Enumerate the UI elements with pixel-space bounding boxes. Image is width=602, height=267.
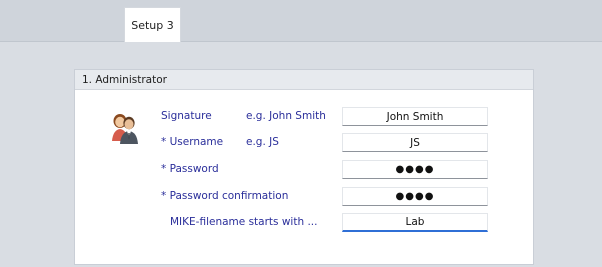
- username-example: e.g. JS: [246, 136, 279, 148]
- password-confirmation-value: ●●●●: [395, 191, 435, 202]
- signature-example: e.g. John Smith: [246, 110, 326, 122]
- username-row: * Username e.g. JS JS: [75, 133, 533, 155]
- password-confirmation-field[interactable]: ●●●●: [342, 187, 488, 206]
- password-value: ●●●●: [395, 164, 435, 175]
- content-area: 1. Administrator Signature e.g. John Smi…: [0, 42, 602, 267]
- mike-filename-row: MIKE-filename starts with ... Lab: [75, 213, 533, 235]
- tab-setup-3[interactable]: Setup 3: [124, 7, 181, 42]
- tab-label: Setup 3: [131, 18, 174, 32]
- mike-filename-value: Lab: [405, 216, 425, 228]
- password-confirmation-row: * Password confirmation ●●●●: [75, 187, 533, 209]
- section-title-text: 1. Administrator: [82, 73, 167, 86]
- password-field[interactable]: ●●●●: [342, 160, 488, 179]
- password-confirmation-label: * Password confirmation: [161, 190, 289, 202]
- password-row: * Password ●●●●: [75, 160, 533, 182]
- username-label: * Username: [161, 136, 224, 148]
- tab-bar: Setup 3: [0, 0, 602, 42]
- username-field[interactable]: JS: [342, 133, 488, 152]
- setup-page: Setup 3 1. Administrator Signature e.g. …: [0, 0, 602, 267]
- mike-filename-field[interactable]: Lab: [342, 213, 488, 232]
- signature-field[interactable]: John Smith: [342, 107, 488, 126]
- username-value: JS: [410, 136, 420, 149]
- password-label: * Password: [161, 163, 219, 175]
- mike-filename-label: MIKE-filename starts with ...: [170, 216, 318, 228]
- administrator-panel: 1. Administrator Signature e.g. John Smi…: [74, 69, 534, 265]
- section-title: 1. Administrator: [75, 70, 533, 90]
- signature-value: John Smith: [386, 110, 444, 123]
- signature-row: Signature e.g. John Smith John Smith: [75, 107, 533, 129]
- signature-label: Signature: [161, 110, 212, 122]
